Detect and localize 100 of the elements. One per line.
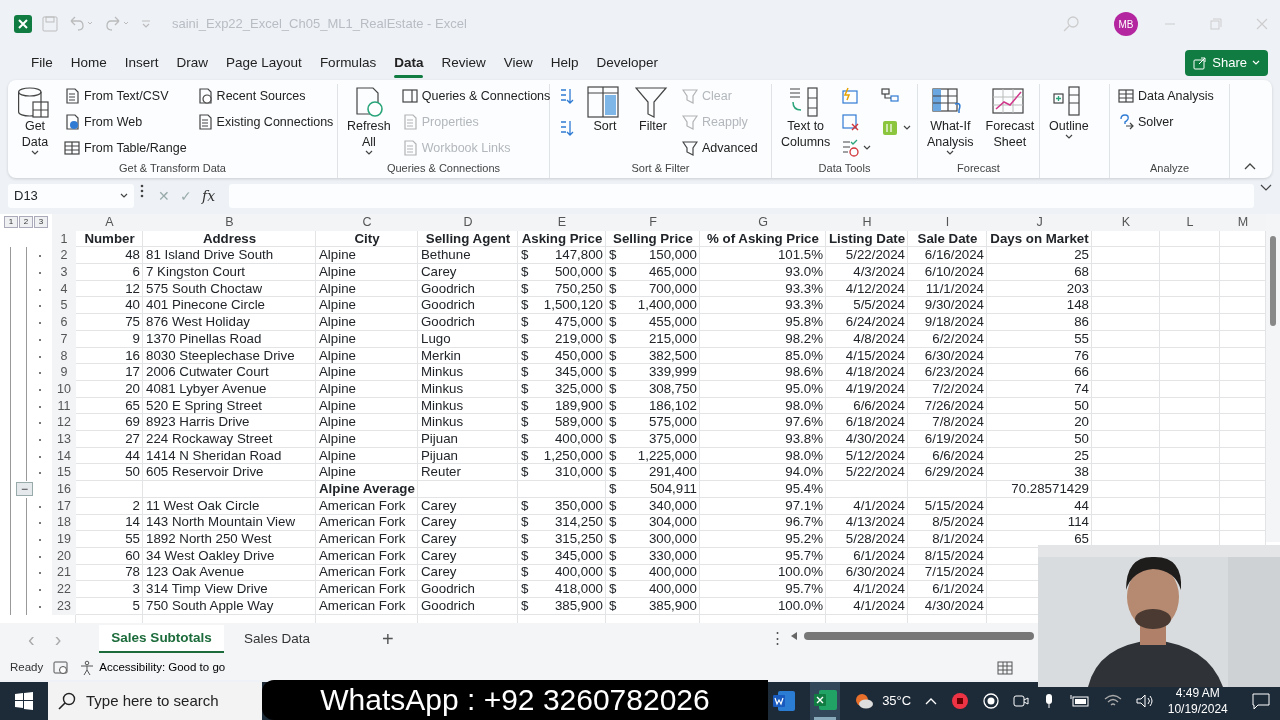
table-cell-text: American Fork: [318, 597, 407, 615]
ribbon-button[interactable]: Text to Columns: [778, 84, 834, 152]
row-number[interactable]: 19: [52, 531, 76, 548]
column-letter[interactable]: A: [76, 214, 143, 231]
name-box[interactable]: D13: [8, 184, 134, 208]
ribbon-tab[interactable]: Home: [61, 49, 116, 77]
table-cell-text: 5/22/2024: [844, 464, 906, 481]
table-cell-text: American Fork: [318, 564, 407, 582]
table-cell-text: 1370 Pinellas Road: [145, 330, 263, 348]
insert-function-button[interactable]: fx: [202, 185, 216, 207]
avatar[interactable]: MB: [1114, 12, 1138, 36]
table-cell-text: 65: [1073, 531, 1090, 548]
ribbon-button[interactable]: Queries & Connections: [399, 84, 553, 108]
ribbon-button[interactable]: Get Data: [14, 84, 56, 158]
outline-level-button[interactable]: 2: [19, 216, 33, 229]
column-letter[interactable]: I: [908, 214, 987, 231]
table-cell-text: 98.2%: [784, 330, 824, 348]
table-cell-text: 4081 Lybyer Avenue: [145, 380, 268, 398]
ribbon-button[interactable]: Filter: [632, 84, 674, 136]
table-cell-text: American Fork: [318, 547, 407, 565]
clock[interactable]: 4:49 AM 10/19/2024: [1167, 685, 1228, 717]
row-number[interactable]: 5: [52, 297, 76, 315]
column-letter[interactable]: H: [826, 214, 908, 231]
outline-level-button[interactable]: 1: [4, 216, 18, 229]
add-sheet-button[interactable]: +: [375, 623, 400, 655]
table-cell-text: 4/15/2024: [844, 347, 906, 365]
currency-sign: $: [521, 514, 529, 532]
row-number[interactable]: 2: [52, 247, 76, 265]
ribbon-button[interactable]: Sort: [584, 84, 626, 136]
table-cell-text: Minkus: [420, 397, 465, 415]
ribbon-button[interactable]: From Text/CSV: [62, 84, 189, 108]
ribbon-button[interactable]: Refresh All: [344, 84, 394, 158]
currency-sign: $: [609, 430, 617, 448]
sheet-tab[interactable]: Sales Data: [231, 624, 322, 654]
ribbon-button[interactable]: Existing Connections: [194, 110, 336, 134]
ribbon-tab[interactable]: Review: [432, 49, 495, 77]
ribbon-button[interactable]: Recent Sources: [194, 84, 336, 108]
row-number[interactable]: 12: [52, 414, 76, 431]
more-button[interactable]: ⋮: [760, 627, 795, 650]
table-cell-text: 114: [1066, 514, 1090, 532]
table-cell-text: 85.0%: [784, 347, 824, 365]
table-cell-text: 25: [1073, 447, 1090, 465]
column-letter[interactable]: E: [518, 214, 606, 231]
taskbar-search-field[interactable]: Type here to search: [48, 682, 262, 720]
ribbon-button[interactable]: Advanced: [680, 136, 760, 160]
row-number[interactable]: 9: [52, 364, 76, 381]
column-letter[interactable]: G: [700, 214, 826, 231]
accessibility-button[interactable]: Accessibility: Good to go: [79, 658, 226, 677]
row-number[interactable]: 22: [52, 581, 76, 598]
ribbon-tab[interactable]: Page Layout: [217, 49, 311, 77]
column-letter[interactable]: D: [418, 214, 518, 231]
ribbon-button[interactable]: From Table/Range: [62, 136, 189, 160]
column-letter[interactable]: M: [1220, 214, 1266, 231]
ribbon-button[interactable]: Forecast Sheet: [982, 84, 1038, 152]
column-letter[interactable]: L: [1160, 214, 1220, 231]
table-cell-text: 401 Pinecone Circle: [145, 297, 266, 315]
row-number[interactable]: 16: [52, 481, 76, 498]
table-cell-text: 20: [124, 380, 141, 398]
ribbon-button[interactable]: Data Analysis: [1116, 84, 1216, 108]
ribbon-tab[interactable]: Draw: [167, 49, 218, 77]
ribbon-tab[interactable]: Developer: [587, 49, 667, 77]
share-button[interactable]: Share: [1185, 50, 1268, 76]
ribbon-tab[interactable]: File: [22, 49, 62, 77]
currency-sign: $: [521, 247, 529, 265]
currency-sign: $: [521, 564, 529, 582]
row-number[interactable]: 18: [52, 514, 76, 532]
ribbon-button[interactable]: Outline: [1046, 84, 1092, 142]
cell-value: 1,250,000: [543, 447, 603, 465]
ribbon-tab[interactable]: Insert: [115, 49, 168, 77]
header-cell-text: Asking Price: [520, 230, 604, 248]
ribbon-button[interactable]: What-If Analysis: [924, 84, 977, 158]
ribbon-button[interactable]: From Web: [62, 110, 189, 134]
row-number[interactable]: 15: [52, 464, 76, 481]
weather-widget[interactable]: 35°C: [854, 691, 912, 711]
table-cell-text: 6/16/2024: [923, 247, 985, 265]
outline-level-button[interactable]: 3: [34, 216, 48, 229]
header-cell-text: Sale Date: [916, 230, 979, 248]
table-cell-text: 97.1%: [784, 497, 824, 515]
cell-value: 400,000: [648, 564, 697, 582]
row-number[interactable]: 6: [52, 314, 76, 331]
currency-sign: $: [521, 581, 529, 598]
column-letter[interactable]: B: [143, 214, 316, 231]
column-letter[interactable]: C: [316, 214, 418, 231]
table-cell-text: 75: [124, 314, 141, 331]
row-number[interactable]: 3: [52, 264, 76, 281]
table-cell-text: Alpine: [318, 280, 357, 298]
ribbon-tab[interactable]: View: [494, 49, 542, 77]
table-cell-text: 6: [131, 264, 141, 281]
collapse-button[interactable]: −: [16, 482, 33, 496]
column-letter[interactable]: J: [987, 214, 1092, 231]
ribbon-tab[interactable]: Formulas: [310, 49, 386, 77]
ribbon-tab[interactable]: Help: [541, 49, 588, 77]
sheet-tab[interactable]: Sales Subtotals: [99, 624, 224, 654]
table-cell-text: 6/29/2024: [923, 464, 985, 481]
ribbon-tab[interactable]: Data: [385, 49, 433, 77]
table-cell-text: Alpine: [318, 447, 357, 465]
column-letter[interactable]: F: [606, 214, 700, 231]
row-number[interactable]: 21: [52, 564, 76, 582]
ribbon-button[interactable]: Solver: [1116, 110, 1216, 134]
column-letter[interactable]: K: [1092, 214, 1160, 231]
